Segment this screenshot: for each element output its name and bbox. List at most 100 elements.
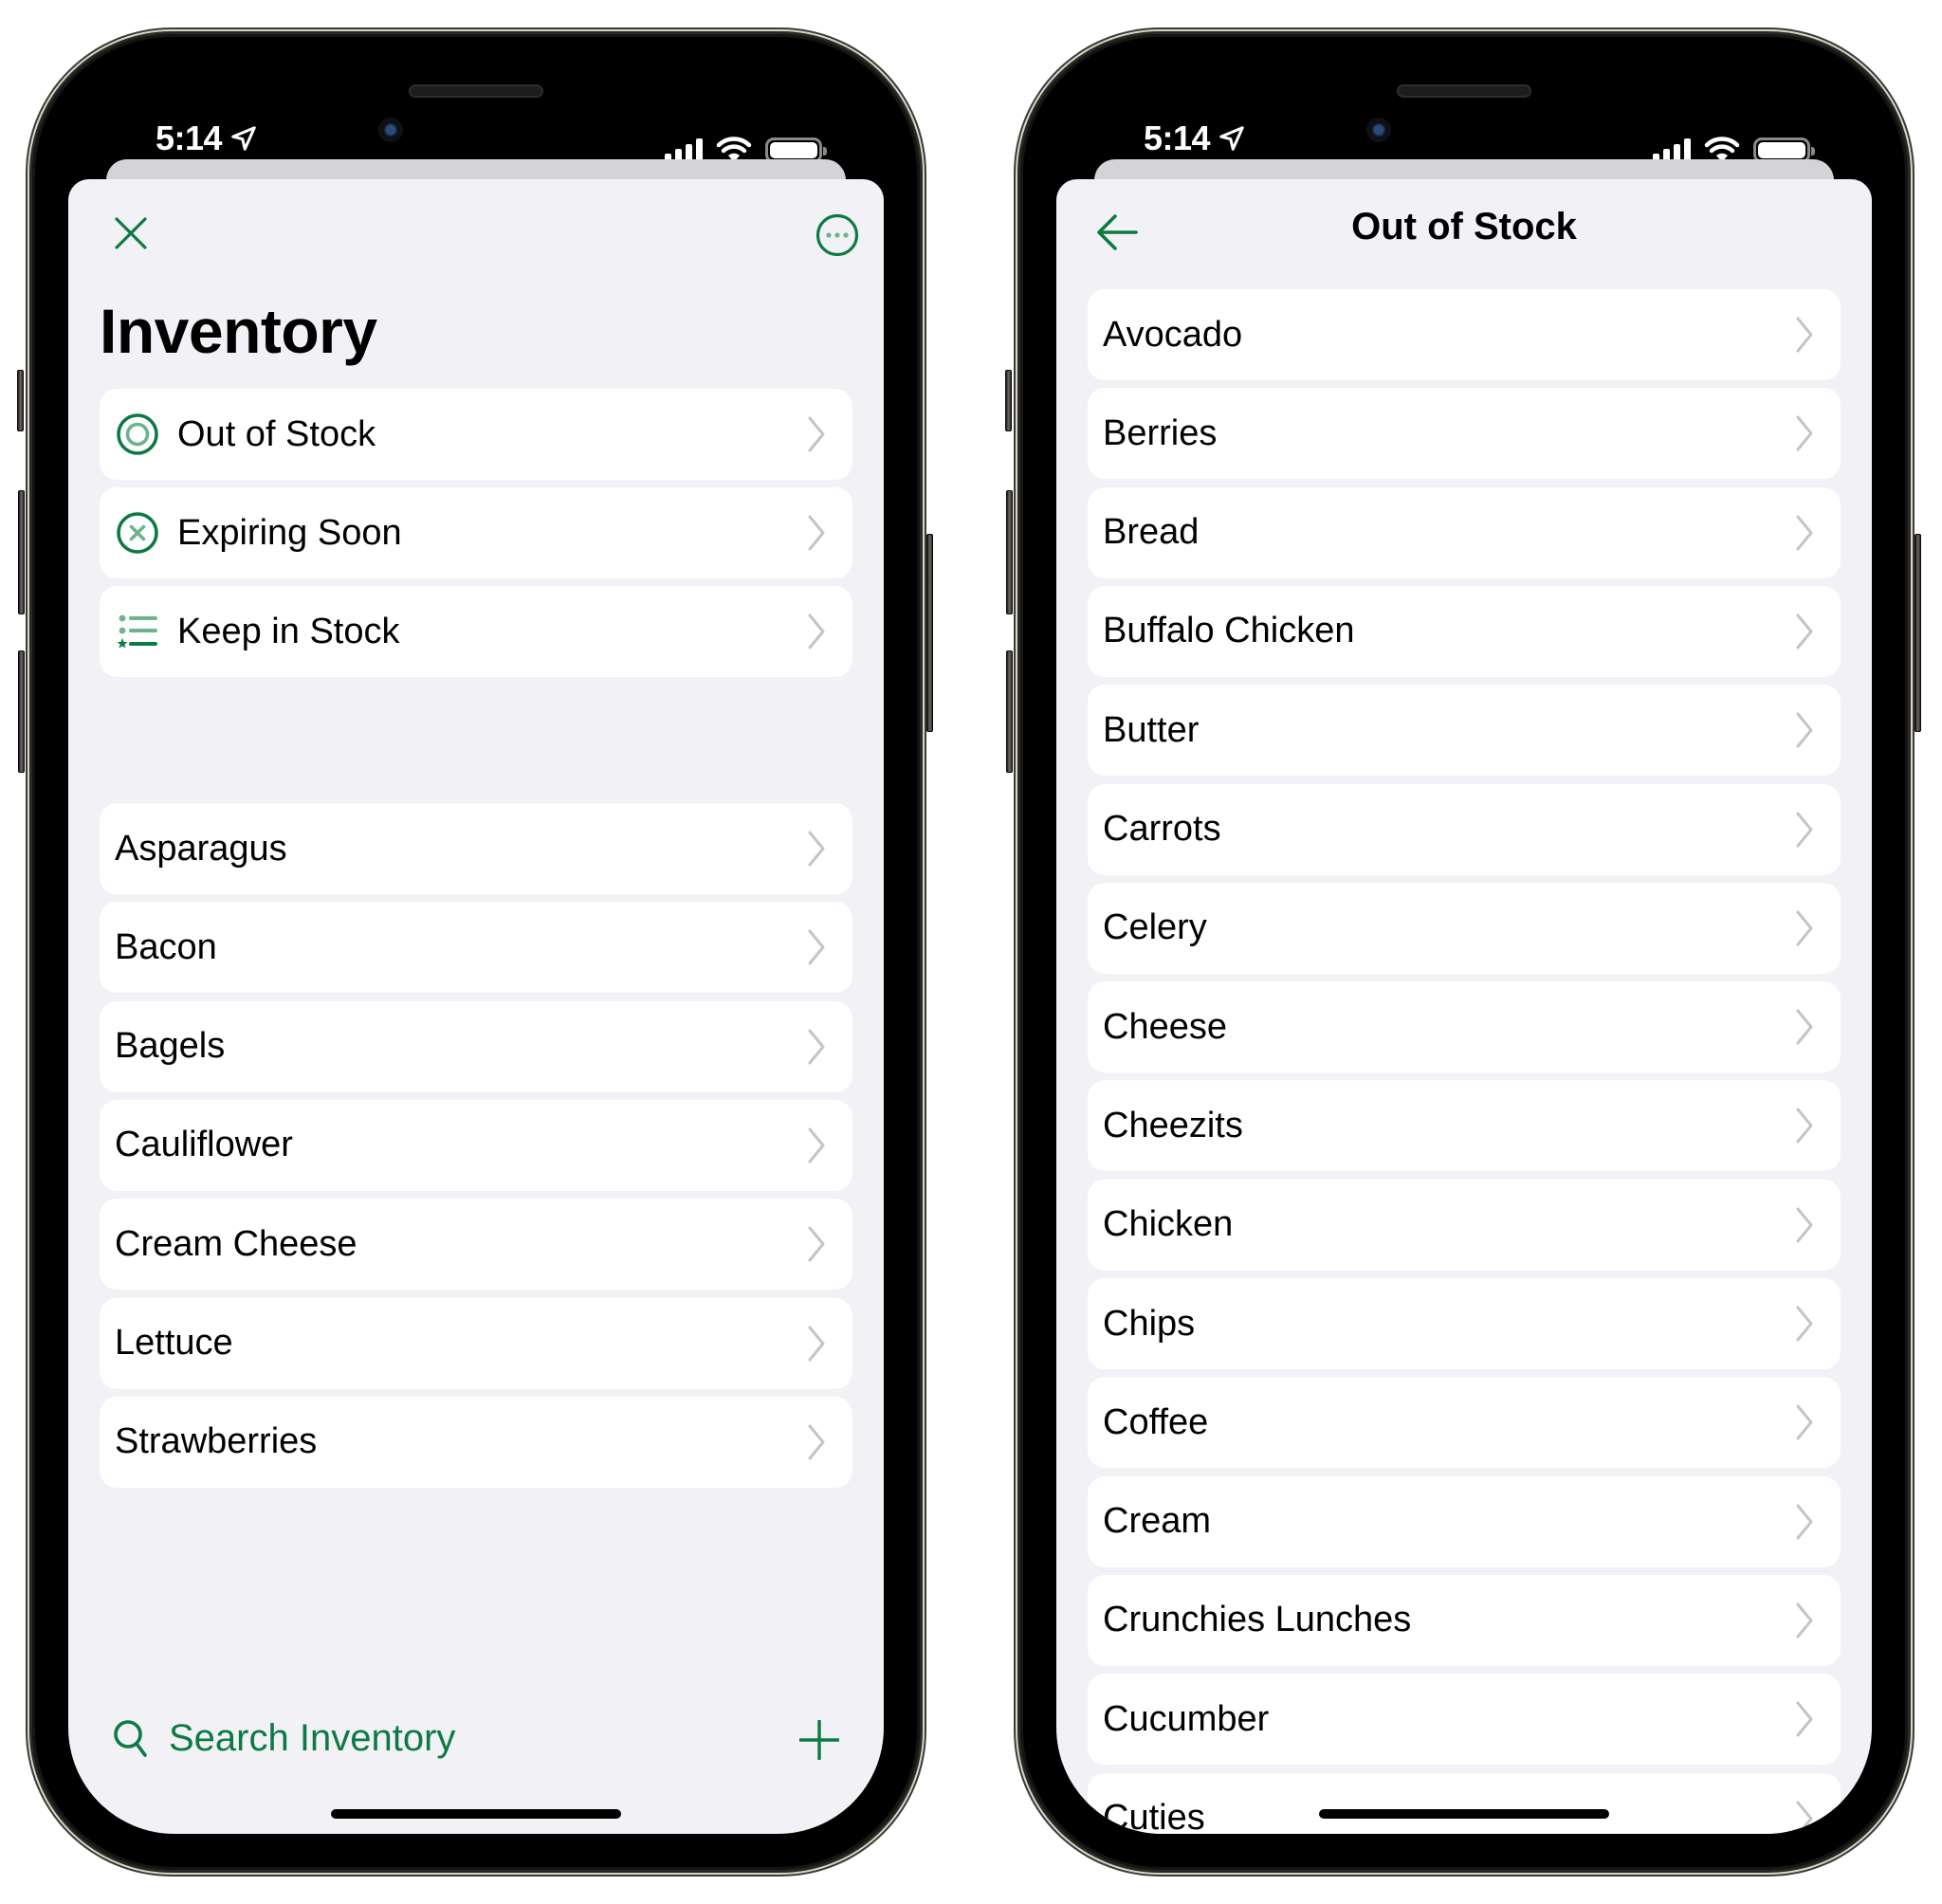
list-item-label: Strawberries: [115, 1421, 318, 1462]
inventory-sheet: Inventory Out of Stock Expiring Soon Kee…: [68, 179, 884, 1834]
list-item-label: Bacon: [115, 926, 217, 967]
row-label: Out of Stock: [177, 413, 376, 454]
list-item[interactable]: Celery: [1088, 882, 1841, 974]
speaker: [409, 84, 543, 98]
list-item[interactable]: Crunchies Lunches: [1088, 1574, 1841, 1666]
screen: 5:14 Search Inventory: [68, 70, 884, 1834]
chevron-right-icon: [808, 1326, 825, 1361]
chevron-right-icon: [808, 929, 825, 965]
power-button: [926, 534, 933, 732]
list-item-label: Buffalo Chicken: [1103, 611, 1355, 651]
time-label: 5:14: [156, 119, 223, 157]
chevron-right-icon: [808, 1424, 825, 1460]
chevron-right-icon: [1796, 712, 1813, 748]
chevron-right-icon: [1796, 613, 1813, 650]
chevron-right-icon: [808, 416, 825, 452]
list-item[interactable]: Cucumber: [1088, 1674, 1841, 1766]
list-item-label: Berries: [1103, 412, 1218, 453]
search-inventory-label: Search Inventory: [169, 1717, 456, 1759]
list-item[interactable]: Chips: [1088, 1278, 1841, 1369]
search-icon: [114, 1719, 147, 1757]
plus-icon: [799, 1720, 839, 1760]
list-item[interactable]: Cheezits: [1088, 1080, 1841, 1172]
chevron-right-icon: [808, 831, 825, 867]
volume-up-button: [18, 490, 25, 614]
list-item-label: Chips: [1103, 1303, 1196, 1344]
target-circle-icon: [115, 412, 160, 457]
chevron-right-icon: [1796, 1207, 1813, 1243]
out-of-stock-sheet: Out of Stock Avocado Berries Bread Buffalo …: [1056, 179, 1872, 1834]
list-item-label: Cheezits: [1103, 1105, 1243, 1145]
chevron-right-icon: [1796, 910, 1813, 946]
list-item[interactable]: Strawberries: [100, 1396, 852, 1488]
chevron-right-icon: [1796, 812, 1813, 847]
camera: [1366, 118, 1391, 142]
location-arrow-icon: [231, 126, 256, 151]
status-time: 5:14: [156, 119, 258, 158]
list-item[interactable]: Bacon: [100, 902, 852, 994]
list-item[interactable]: Butter: [1088, 685, 1841, 777]
list-item-label: Lettuce: [115, 1323, 233, 1363]
list-item[interactable]: Carrots: [1088, 783, 1841, 875]
search-inventory-button[interactable]: Search Inventory: [112, 1717, 455, 1760]
list-item[interactable]: Bagels: [100, 1000, 852, 1092]
list-item[interactable]: Coffee: [1088, 1377, 1841, 1469]
chevron-right-icon: [1796, 1801, 1813, 1834]
volume-up-button: [1006, 490, 1013, 614]
chevron-right-icon: [808, 1029, 825, 1065]
chevron-right-icon: [808, 1127, 825, 1163]
time-label: 5:14: [1144, 119, 1211, 157]
list-item[interactable]: Asparagus: [100, 803, 852, 894]
list-item-label: Cauliflower: [115, 1125, 293, 1165]
volume-down-button: [18, 650, 25, 773]
x-circle-icon: [115, 510, 160, 556]
chevron-right-icon: [1796, 1602, 1813, 1639]
list-item-label: Chicken: [1103, 1204, 1234, 1245]
row-label: Keep in Stock: [177, 611, 400, 651]
home-indicator[interactable]: [331, 1809, 621, 1819]
list-item-label: Asparagus: [115, 828, 287, 869]
list-item-label: Bread: [1103, 512, 1200, 553]
list-item[interactable]: Berries: [1088, 388, 1841, 480]
list-item-label: Avocado: [1103, 314, 1243, 355]
list-item[interactable]: Cheese: [1088, 981, 1841, 1073]
phone-out-of-stock: 5:14 Search Out of Stock AvocadoBerriesB…: [1005, 31, 1921, 1873]
more-circle-icon: [815, 213, 859, 257]
list-item[interactable]: Cuties: [1088, 1772, 1841, 1834]
more-options-button[interactable]: [815, 212, 860, 258]
list-item-label: Cucumber: [1103, 1698, 1270, 1739]
smart-list-out-of-stock[interactable]: Out of Stock: [100, 389, 852, 480]
list-item[interactable]: Cream Cheese: [100, 1199, 852, 1291]
list-item[interactable]: Bread: [1088, 486, 1841, 578]
smart-list-expiring-soon[interactable]: Expiring Soon: [100, 487, 852, 578]
chevron-right-icon: [1796, 1108, 1813, 1144]
nav-title: Out of Stock: [1351, 206, 1577, 247]
speaker: [1397, 84, 1531, 98]
home-indicator[interactable]: [1319, 1809, 1609, 1819]
close-button[interactable]: [113, 215, 149, 251]
add-item-button[interactable]: [798, 1719, 840, 1761]
status-time: 5:14: [1144, 119, 1246, 158]
list-item[interactable]: Cauliflower: [100, 1099, 852, 1191]
row-label: Expiring Soon: [177, 512, 402, 553]
camera: [378, 118, 403, 142]
chevron-right-icon: [1796, 1009, 1813, 1045]
list-item-label: Crunchies Lunches: [1103, 1600, 1412, 1640]
list-item-label: Celery: [1103, 907, 1207, 948]
list-item[interactable]: Lettuce: [100, 1297, 852, 1389]
list-item-label: Coffee: [1103, 1401, 1209, 1442]
chevron-right-icon: [1796, 515, 1813, 551]
list-item[interactable]: Cream: [1088, 1475, 1841, 1567]
list-item[interactable]: Chicken: [1088, 1179, 1841, 1271]
smart-list-keep-in-stock[interactable]: Keep in Stock: [100, 586, 852, 677]
list-item[interactable]: Buffalo Chicken: [1088, 585, 1841, 677]
list-item-label: Carrots: [1103, 809, 1221, 849]
bottom-toolbar: Search Inventory: [68, 1698, 884, 1784]
list-item[interactable]: Avocado: [1088, 289, 1841, 380]
chevron-right-icon: [1796, 1504, 1813, 1540]
power-button: [1915, 534, 1921, 732]
phone-inventory: 5:14 Search Inventory: [17, 31, 933, 1873]
list-item-label: Cheese: [1103, 1006, 1227, 1047]
chevron-right-icon: [808, 613, 825, 650]
list-item-label: Cream: [1103, 1501, 1212, 1542]
